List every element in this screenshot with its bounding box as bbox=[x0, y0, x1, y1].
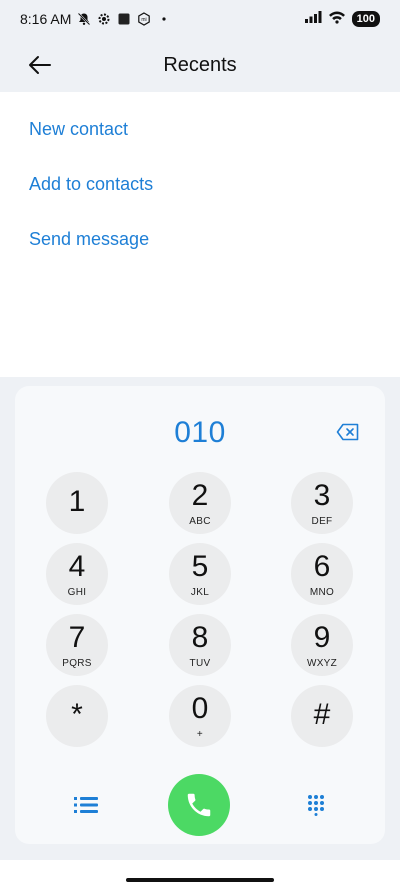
status-time: 8:16 AM bbox=[20, 11, 72, 27]
backspace-icon bbox=[336, 423, 359, 441]
dot-icon bbox=[157, 12, 171, 26]
key-2[interactable]: 2 ABC bbox=[169, 472, 231, 534]
key-1[interactable]: 1 bbox=[46, 472, 108, 534]
key-8[interactable]: 8 TUV bbox=[169, 614, 231, 676]
wifi-icon bbox=[328, 10, 346, 29]
call-button[interactable] bbox=[168, 774, 230, 836]
key-star[interactable]: * bbox=[46, 685, 108, 747]
status-bar: 8:16 AM mi 100 bbox=[0, 0, 400, 38]
key-4[interactable]: 4 GHI bbox=[46, 543, 108, 605]
arrow-left-icon bbox=[29, 56, 51, 74]
menu-list-button[interactable] bbox=[69, 788, 103, 822]
phone-icon bbox=[187, 793, 211, 817]
key-3[interactable]: 3 DEF bbox=[291, 472, 353, 534]
key-digit: 8 bbox=[191, 621, 209, 654]
back-button[interactable] bbox=[22, 50, 58, 80]
key-digit: 4 bbox=[68, 550, 86, 583]
key-digit: # bbox=[313, 698, 331, 731]
key-digit: 9 bbox=[313, 621, 331, 654]
key-digit: 2 bbox=[191, 479, 209, 512]
add-to-contacts-link[interactable]: Add to contacts bbox=[29, 174, 153, 195]
home-indicator[interactable] bbox=[126, 878, 274, 882]
key-9[interactable]: 9 WXYZ bbox=[291, 614, 353, 676]
key-6[interactable]: 6 MNO bbox=[291, 543, 353, 605]
signal-icon bbox=[304, 10, 322, 29]
battery-icon: 100 bbox=[351, 11, 380, 27]
key-letters: DEF bbox=[311, 516, 333, 527]
key-digit: 1 bbox=[68, 485, 86, 518]
key-digit: 6 bbox=[313, 550, 331, 583]
key-letters: TUV bbox=[189, 658, 211, 669]
key-7[interactable]: 7 PQRS bbox=[46, 614, 108, 676]
status-left: 8:16 AM mi bbox=[20, 11, 171, 27]
dialpad-panel: 010 1 2 ABC 3 DEF 4 GHI 5 JKL 6 MNO 7 PQ… bbox=[15, 386, 385, 844]
key-digit: 5 bbox=[191, 550, 209, 583]
backspace-button[interactable] bbox=[335, 422, 361, 442]
key-digit: 3 bbox=[313, 479, 331, 512]
new-contact-link[interactable]: New contact bbox=[29, 119, 128, 140]
key-letters: JKL bbox=[190, 587, 210, 598]
settings-gear-icon bbox=[97, 12, 111, 26]
dialpad-grid-icon bbox=[308, 795, 324, 816]
actions-list: New contact Add to contacts Send message bbox=[0, 92, 400, 377]
bell-off-icon bbox=[77, 12, 91, 26]
square-icon bbox=[117, 12, 131, 26]
dialed-number: 010 bbox=[174, 416, 226, 449]
navigation-bar bbox=[0, 860, 400, 888]
svg-text:mi: mi bbox=[142, 17, 147, 23]
key-digit: 7 bbox=[68, 621, 86, 654]
dialpad-toggle-button[interactable] bbox=[299, 788, 333, 822]
page-title: Recents bbox=[163, 53, 237, 76]
key-letters: MNO bbox=[309, 587, 335, 598]
key-letters: WXYZ bbox=[306, 658, 338, 669]
key-letters: ABC bbox=[189, 516, 211, 527]
key-letters: + bbox=[196, 729, 204, 740]
key-hash[interactable]: # bbox=[291, 685, 353, 747]
key-digit: 0 bbox=[191, 692, 209, 725]
key-digit: * bbox=[71, 698, 83, 731]
key-letters: GHI bbox=[67, 587, 87, 598]
send-message-link[interactable]: Send message bbox=[29, 229, 149, 250]
key-letters: PQRS bbox=[62, 658, 92, 669]
key-0[interactable]: 0 + bbox=[169, 685, 231, 747]
mi-icon: mi bbox=[137, 12, 151, 26]
key-5[interactable]: 5 JKL bbox=[169, 543, 231, 605]
status-right: 100 bbox=[304, 10, 380, 29]
list-icon bbox=[74, 797, 98, 813]
header: Recents bbox=[0, 38, 400, 92]
